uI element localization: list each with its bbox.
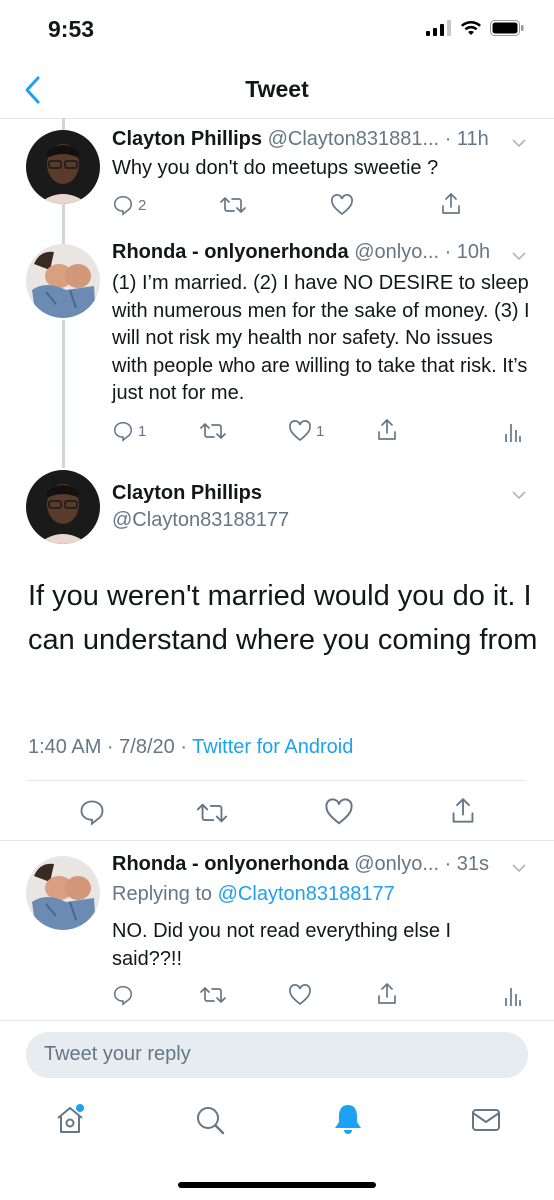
like-button[interactable] xyxy=(288,984,312,1006)
author-handle[interactable]: @onlyo... xyxy=(354,241,439,263)
battery-icon xyxy=(490,20,524,36)
analytics-button[interactable] xyxy=(504,984,522,1006)
tweet-timestamp: 1:40 AM · 7/8/20 · Twitter for Android xyxy=(28,736,353,759)
avatar[interactable] xyxy=(26,244,100,318)
share-button[interactable] xyxy=(376,982,398,1006)
author-name[interactable]: Rhonda - onlyonerhonda xyxy=(112,853,349,875)
nav-divider xyxy=(0,118,554,119)
reply-input[interactable]: Tweet your reply xyxy=(26,1032,528,1078)
analytics-icon xyxy=(505,988,521,1006)
author-name[interactable]: Clayton Phillips xyxy=(112,128,262,150)
tweet-time: · 11h xyxy=(444,128,489,150)
analytics-button[interactable] xyxy=(504,420,522,442)
reply-button[interactable] xyxy=(112,984,134,1006)
tweet-header: Rhonda - onlyonerhonda @onlyo... · 31s xyxy=(112,853,489,876)
heart-icon xyxy=(289,420,311,442)
tweet-time: · 31s xyxy=(444,853,490,875)
share-icon xyxy=(378,419,396,440)
divider xyxy=(0,1020,554,1021)
avatar[interactable] xyxy=(26,130,100,204)
tweet-header: Rhonda - onlyonerhonda @onlyo... · 10h xyxy=(112,241,490,264)
like-count: 1 xyxy=(316,422,325,440)
chevron-down-icon[interactable] xyxy=(510,134,528,152)
divider xyxy=(28,780,526,781)
retweet-button[interactable] xyxy=(200,984,226,1006)
share-button[interactable] xyxy=(440,192,462,216)
notifications-icon[interactable] xyxy=(332,1102,364,1136)
reply-icon xyxy=(113,195,133,216)
divider xyxy=(0,840,554,841)
tweet-source-link[interactable]: Twitter for Android xyxy=(192,736,353,758)
heart-icon xyxy=(331,194,353,216)
signal-icon xyxy=(426,20,451,36)
chevron-down-icon[interactable] xyxy=(510,247,528,265)
retweet-icon xyxy=(200,423,226,439)
share-button[interactable] xyxy=(376,418,398,442)
tweet-text: (1) I’m married. (2) I have NO DESIRE to… xyxy=(112,272,530,404)
reply-count: 1 xyxy=(138,422,147,440)
chevron-down-icon[interactable] xyxy=(510,486,528,504)
tweet-text: NO. Did you not read everything else I s… xyxy=(112,920,452,970)
author-handle[interactable]: @Clayton831881... xyxy=(268,128,440,150)
reply-placeholder: Tweet your reply xyxy=(44,1043,191,1065)
reply-button[interactable]: 2 xyxy=(112,194,146,216)
tweet-text: Why you don't do meetups sweetie ? xyxy=(112,157,439,179)
share-icon[interactable] xyxy=(450,796,476,826)
timestamp-text: 1:40 AM · 7/8/20 · xyxy=(28,736,193,758)
like-button[interactable]: 1 xyxy=(288,420,324,442)
analytics-icon xyxy=(505,424,521,442)
page-title: Tweet xyxy=(245,76,309,102)
replying-to-label: Replying to xyxy=(112,883,218,905)
avatar[interactable] xyxy=(26,470,100,544)
thread-line xyxy=(62,320,65,468)
status-time: 9:53 xyxy=(48,16,95,42)
retweet-button[interactable] xyxy=(200,420,226,442)
wifi-icon xyxy=(461,21,481,35)
share-icon xyxy=(378,983,396,1004)
retweet-button[interactable] xyxy=(220,194,246,216)
avatar[interactable] xyxy=(26,856,100,930)
author-name[interactable]: Rhonda - onlyonerhonda xyxy=(112,241,349,263)
messages-icon[interactable] xyxy=(470,1106,502,1134)
reply-icon xyxy=(113,421,133,442)
thread-line-top xyxy=(62,118,65,130)
main-tweet-text: If you weren't married would you do it. … xyxy=(28,580,538,656)
heart-icon[interactable] xyxy=(324,798,354,826)
like-button[interactable] xyxy=(330,194,354,216)
reply-icon[interactable] xyxy=(78,798,106,826)
reply-button[interactable]: 1 xyxy=(112,420,146,442)
author-name[interactable]: Clayton Phillips xyxy=(112,482,262,505)
home-indicator xyxy=(178,1182,376,1188)
retweet-icon xyxy=(200,987,226,1003)
chevron-down-icon[interactable] xyxy=(510,859,528,877)
author-handle[interactable]: @Clayton83188177 xyxy=(112,509,289,532)
replying-to: Replying to @Clayton83188177 xyxy=(112,883,395,906)
retweet-icon[interactable] xyxy=(196,800,228,826)
reply-count: 2 xyxy=(138,196,147,214)
author-handle[interactable]: @onlyo... xyxy=(354,853,439,875)
share-icon xyxy=(442,193,460,214)
home-icon[interactable] xyxy=(54,1104,86,1136)
tab-bar xyxy=(0,1090,554,1160)
heart-icon xyxy=(289,984,311,1006)
tweet-time: · 10h xyxy=(444,241,491,263)
thread-line xyxy=(62,204,65,244)
replying-to-link[interactable]: @Clayton83188177 xyxy=(218,883,395,905)
reply-icon xyxy=(113,985,133,1006)
tweet-header: Clayton Phillips @Clayton831881... · 11h xyxy=(112,128,489,151)
retweet-icon xyxy=(220,197,246,213)
search-icon[interactable] xyxy=(194,1104,226,1136)
status-icons xyxy=(426,20,524,36)
